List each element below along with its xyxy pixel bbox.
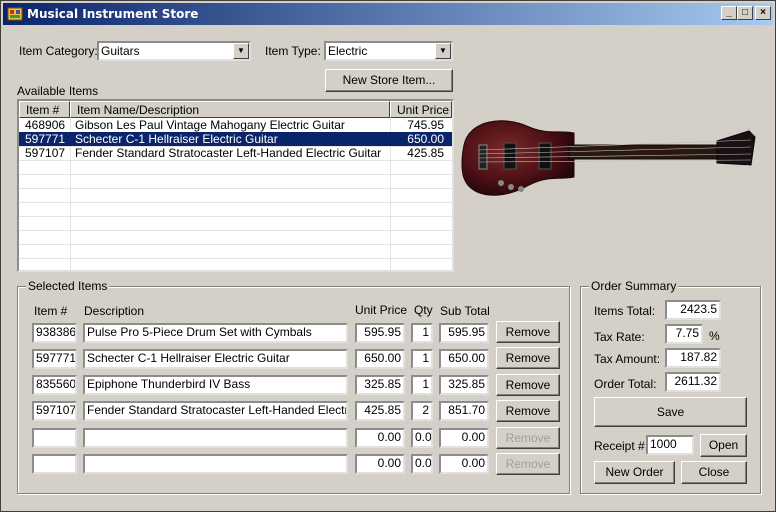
available-items-list[interactable]: Item # Item Name/Description Unit Price … <box>17 99 454 272</box>
remove-button[interactable]: Remove <box>496 347 560 369</box>
grid-divider <box>19 258 452 259</box>
grid-divider <box>19 244 452 245</box>
app-window: Musical Instrument Store _ □ × Item Cate… <box>0 0 776 512</box>
sub-total-field[interactable]: 650.00 <box>439 349 489 369</box>
close-icon[interactable]: × <box>755 6 771 20</box>
grid-divider <box>19 160 452 161</box>
sub-total-field[interactable]: 0.00 <box>439 428 489 448</box>
receipt-number-field[interactable]: 1000 <box>646 435 694 455</box>
tax-rate-label: Tax Rate: <box>594 330 645 344</box>
list-item[interactable]: 597107 Fender Standard Stratocaster Left… <box>19 146 452 160</box>
header-sub-total: Sub Total <box>440 304 490 318</box>
new-store-item-button[interactable]: New Store Item... <box>325 69 453 92</box>
item-number-field[interactable]: 835560 <box>32 375 77 395</box>
description-field[interactable]: Pulse Pro 5-Piece Drum Set with Cymbals <box>83 323 348 343</box>
close-button[interactable]: Close <box>681 461 747 484</box>
items-total-label: Items Total: <box>594 304 656 318</box>
header-item-number: Item # <box>34 304 68 318</box>
sub-total-field[interactable]: 0.00 <box>439 454 489 474</box>
receipt-label: Receipt #: <box>594 439 649 453</box>
item-number-field[interactable]: 938386 <box>32 323 77 343</box>
remove-button[interactable]: Remove <box>496 427 560 449</box>
order-total-label: Order Total: <box>594 377 657 391</box>
grid-divider <box>19 174 452 175</box>
guitar-image <box>461 120 756 196</box>
description-field[interactable]: Schecter C-1 Hellraiser Electric Guitar <box>83 349 348 369</box>
order-total-field[interactable]: 2611.32 <box>665 372 721 392</box>
chevron-down-icon[interactable]: ▼ <box>435 43 451 59</box>
new-order-button[interactable]: New Order <box>594 461 675 484</box>
description-field[interactable] <box>83 454 348 474</box>
grid-divider <box>19 188 452 189</box>
unit-price-field[interactable]: 595.95 <box>355 323 405 343</box>
available-items-label: Available Items <box>17 84 99 98</box>
list-item[interactable]: 468906 Gibson Les Paul Vintage Mahogany … <box>19 118 452 132</box>
unit-price-field[interactable]: 650.00 <box>355 349 405 369</box>
grid-divider <box>19 230 452 231</box>
unit-price-field[interactable]: 325.85 <box>355 375 405 395</box>
unit-price-field[interactable]: 0.00 <box>355 428 405 448</box>
sub-total-field[interactable]: 851.70 <box>439 401 489 421</box>
qty-field[interactable]: 0.0 <box>411 454 433 474</box>
sub-total-field[interactable]: 325.85 <box>439 375 489 395</box>
description-field[interactable] <box>83 428 348 448</box>
column-header-description[interactable]: Item Name/Description <box>70 101 390 118</box>
remove-button[interactable]: Remove <box>496 453 560 475</box>
item-number-field[interactable] <box>32 428 77 448</box>
selected-items-title: Selected Items <box>26 279 110 293</box>
tax-rate-unit: % <box>709 329 720 343</box>
items-total-field[interactable]: 2423.5 <box>665 300 721 320</box>
item-type-label: Item Type: <box>265 44 321 58</box>
item-number-field[interactable] <box>32 454 77 474</box>
column-header-unit-price[interactable]: Unit Price <box>390 101 452 118</box>
header-qty: Qty <box>414 303 433 317</box>
title-bar[interactable]: Musical Instrument Store _ □ × <box>3 3 773 25</box>
qty-field[interactable]: 2 <box>411 401 433 421</box>
tax-amount-field[interactable]: 187.82 <box>665 348 721 368</box>
header-unit-price: Unit Price <box>355 303 408 317</box>
qty-field[interactable]: 1 <box>411 323 433 343</box>
app-icon <box>7 7 23 21</box>
tax-amount-label: Tax Amount: <box>594 352 661 366</box>
item-type-combo[interactable]: Electric ▼ <box>324 41 453 61</box>
item-number-field[interactable]: 597771 <box>32 349 77 369</box>
qty-field[interactable]: 1 <box>411 349 433 369</box>
header-description: Description <box>84 304 145 318</box>
maximize-icon[interactable]: □ <box>737 6 753 20</box>
list-item[interactable]: 597771 Schecter C-1 Hellraiser Electric … <box>19 132 452 146</box>
window-title: Musical Instrument Store <box>27 7 199 21</box>
description-field[interactable]: Epiphone Thunderbird IV Bass <box>83 375 348 395</box>
grid-divider <box>19 216 452 217</box>
item-category-combo[interactable]: Guitars ▼ <box>97 41 251 61</box>
save-button[interactable]: Save <box>594 397 747 427</box>
grid-divider <box>19 202 452 203</box>
remove-button[interactable]: Remove <box>496 374 560 396</box>
item-number-field[interactable]: 597107 <box>32 401 77 421</box>
unit-price-field[interactable]: 425.85 <box>355 401 405 421</box>
item-type-value: Electric <box>328 44 368 58</box>
remove-button[interactable]: Remove <box>496 400 560 422</box>
description-field[interactable]: Fender Standard Stratocaster Left-Handed… <box>83 401 348 421</box>
unit-price-field[interactable]: 0.00 <box>355 454 405 474</box>
chevron-down-icon[interactable]: ▼ <box>233 43 249 59</box>
item-category-label: Item Category: <box>19 44 98 58</box>
qty-field[interactable]: 1 <box>411 375 433 395</box>
order-summary-title: Order Summary <box>589 279 679 293</box>
tax-rate-field[interactable]: 7.75 <box>665 324 703 344</box>
qty-field[interactable]: 0.0 <box>411 428 433 448</box>
remove-button[interactable]: Remove <box>496 321 560 343</box>
open-button[interactable]: Open <box>700 434 747 457</box>
minimize-icon[interactable]: _ <box>721 6 737 20</box>
item-category-value: Guitars <box>101 44 140 58</box>
column-header-item[interactable]: Item # <box>19 101 70 118</box>
sub-total-field[interactable]: 595.95 <box>439 323 489 343</box>
